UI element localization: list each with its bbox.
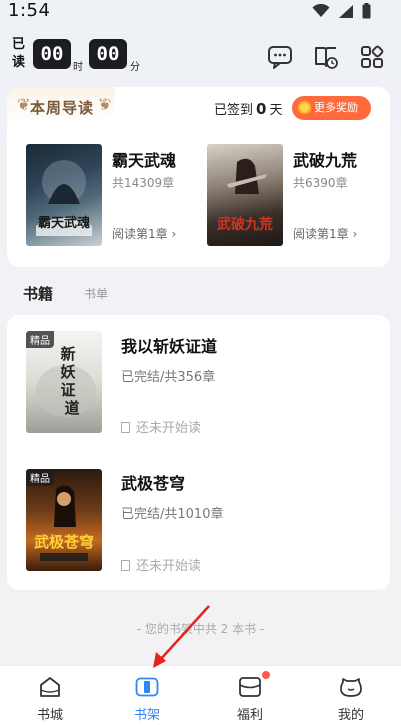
- cover-art-icon: 霸天武魂: [36, 160, 92, 236]
- reading-history-icon[interactable]: [313, 44, 339, 70]
- more-rewards-label: 更多奖励: [314, 101, 358, 114]
- bookmark-icon: [121, 560, 130, 571]
- read-label-char-2: 读: [12, 55, 26, 70]
- nav-label-welfare: 福利: [236, 708, 263, 723]
- shelf-book-title[interactable]: 武极苍穹: [121, 470, 185, 494]
- nav-item-bookstore[interactable]: 书城: [0, 666, 100, 725]
- svg-text:武极苍穹: 武极苍穹: [34, 533, 94, 551]
- status-icons: [312, 3, 371, 19]
- battery-icon: [362, 3, 371, 19]
- nav-label-bookstore: 书城: [36, 708, 63, 723]
- nav-label-bookshelf: 书架: [133, 708, 160, 723]
- hours-display: 00: [33, 39, 71, 69]
- svg-text:霸天武魂: 霸天武魂: [38, 215, 90, 231]
- bookmark-icon: [121, 422, 130, 433]
- reading-timer: 已 读 00 时 00 分: [0, 36, 401, 76]
- minutes-display: 00: [89, 39, 127, 69]
- checkin-suffix: 天: [269, 103, 283, 118]
- notification-dot: [262, 671, 270, 679]
- shelf-book-title[interactable]: 我以斩妖证道: [121, 333, 217, 357]
- weekly-guide-title: 本周导读: [30, 99, 95, 117]
- book-cover[interactable]: 霸天武魂: [26, 144, 102, 246]
- status-time: 1:54: [8, 0, 51, 21]
- wifi-icon: [312, 4, 330, 17]
- checkin-days: 0: [256, 100, 267, 118]
- svg-text:证: 证: [60, 381, 75, 399]
- tab-booklists[interactable]: 书单: [84, 285, 108, 302]
- shelf-book-status: 还未开始读: [121, 417, 201, 436]
- hours-unit: 时: [73, 62, 83, 73]
- read-chapter-link[interactable]: 阅读第1章 ›: [112, 225, 176, 242]
- welfare-icon: [239, 677, 261, 697]
- bottom-nav: 书城 书架 福利 我的: [0, 665, 401, 725]
- laurel-right-icon: ❦: [98, 95, 112, 114]
- svg-text:妖: 妖: [60, 363, 75, 381]
- read-chapter-link[interactable]: 阅读第1章 ›: [293, 225, 357, 242]
- checkin-status: 已签到 0 天: [214, 99, 282, 118]
- nav-item-bookshelf[interactable]: 书架: [97, 666, 197, 725]
- signal-icon: [339, 4, 353, 18]
- read-label-char-1: 已: [12, 37, 26, 52]
- more-rewards-button[interactable]: 更多奖励: [292, 96, 371, 120]
- minutes-unit: 分: [130, 62, 140, 73]
- coin-icon: [298, 101, 311, 114]
- profile-icon: [340, 678, 362, 697]
- svg-text:新: 新: [60, 345, 75, 363]
- read-label: 已 读: [12, 36, 26, 72]
- shelf-book-cover[interactable]: 武极苍穹 精品: [26, 469, 102, 571]
- book-cover[interactable]: 武破九荒: [207, 144, 283, 246]
- message-icon[interactable]: [267, 44, 293, 70]
- grid-menu-icon[interactable]: [359, 44, 385, 70]
- nav-item-welfare[interactable]: 福利: [200, 666, 300, 725]
- svg-text:武破九荒: 武破九荒: [217, 216, 273, 233]
- cover-art-icon: 武破九荒: [217, 158, 273, 233]
- shelf-count-note: - 您的书架中共 2 本书 -: [136, 622, 265, 636]
- shelf-book-status-text: 还未开始读: [136, 421, 202, 436]
- premium-badge: 精品: [26, 469, 54, 486]
- premium-badge: 精品: [26, 331, 54, 348]
- nav-item-profile[interactable]: 我的: [301, 666, 401, 725]
- tab-books[interactable]: 书籍: [23, 283, 53, 304]
- shelf-book-meta: 已完结/共356章: [121, 370, 216, 385]
- svg-text:道: 道: [64, 399, 79, 417]
- status-bar: 1:54: [0, 0, 401, 26]
- laurel-left-icon: ❦: [17, 95, 31, 114]
- bookstore-icon: [40, 677, 60, 697]
- shelf-book-meta: 已完结/共1010章: [121, 507, 224, 522]
- shelf-book-status: 还未开始读: [121, 555, 201, 574]
- shelf-book-status-text: 还未开始读: [136, 559, 202, 574]
- weekly-book-chapters: 共14309章: [112, 176, 175, 190]
- weekly-book-title[interactable]: 霸天武魂: [112, 147, 176, 171]
- weekly-book-chapters: 共6390章: [293, 176, 348, 190]
- bookshelf-icon: [135, 677, 159, 697]
- weekly-book-title[interactable]: 武破九荒: [293, 147, 357, 171]
- nav-label-profile: 我的: [337, 708, 364, 723]
- shelf-book-cover[interactable]: 新 妖 证 道 精品: [26, 331, 102, 433]
- checkin-prefix: 已签到: [214, 103, 254, 118]
